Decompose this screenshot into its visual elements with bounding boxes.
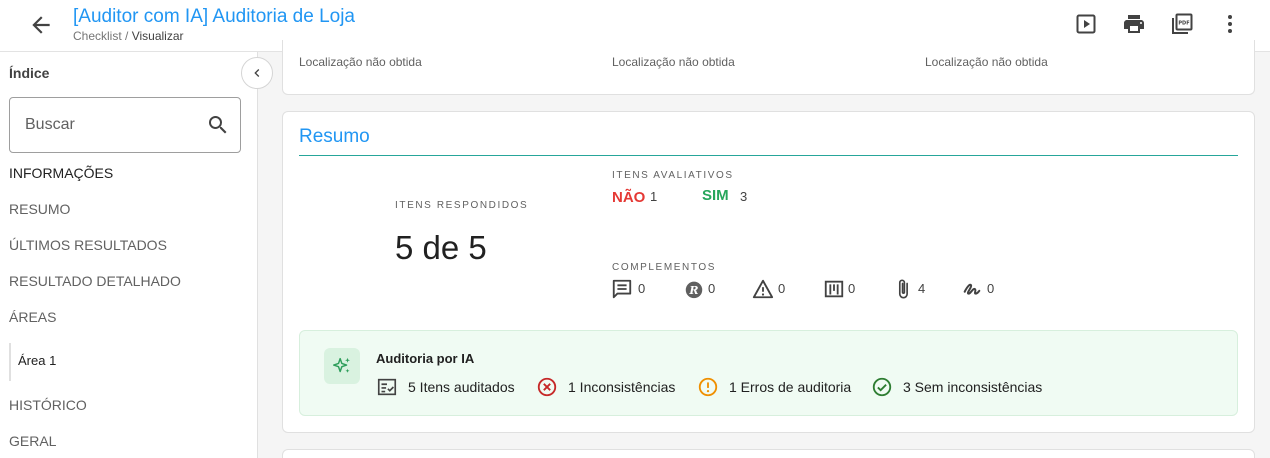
print-icon[interactable] bbox=[1122, 12, 1146, 36]
sidebar-item-informacoes[interactable]: INFORMAÇÕES bbox=[9, 165, 113, 181]
ai-stat-audit-errors: 1 Erros de auditoria bbox=[697, 375, 851, 399]
sparkles-icon bbox=[333, 357, 350, 373]
error-circle-icon bbox=[537, 377, 557, 397]
nao-count: 1 bbox=[650, 189, 658, 204]
back-arrow-icon[interactable] bbox=[28, 12, 54, 38]
attachment-icon bbox=[898, 279, 908, 299]
location-card bbox=[282, 40, 1255, 95]
complementos-label: COMPLEMENTOS bbox=[612, 262, 717, 273]
sidebar-item-label: Área 1 bbox=[18, 353, 57, 368]
breadcrumb-parent[interactable]: Checklist bbox=[73, 29, 122, 43]
sim-count: 3 bbox=[740, 189, 748, 204]
sidebar-item-resultado-detalhado[interactable]: RESULTADO DETALHADO bbox=[9, 273, 181, 289]
search-input[interactable] bbox=[11, 99, 191, 151]
itens-respondidos-label: ITENS RESPONDIDOS bbox=[395, 200, 529, 211]
next-section-card bbox=[282, 449, 1255, 458]
breadcrumb-separator: / bbox=[125, 29, 129, 43]
checklist-icon bbox=[377, 378, 397, 396]
itens-respondidos-value: 5 de 5 bbox=[395, 229, 487, 266]
sim-label: SIM bbox=[702, 187, 729, 204]
ai-stat-label: 5 Itens auditados bbox=[408, 379, 515, 395]
itens-avaliativos-label: ITENS AVALIATIVOS bbox=[612, 170, 734, 181]
complemento-count: 0 bbox=[638, 281, 646, 296]
ai-audit-title: Auditoria por IA bbox=[376, 351, 475, 366]
play-icon[interactable] bbox=[1074, 12, 1098, 36]
ai-stat-audited: 5 Itens auditados bbox=[376, 375, 515, 399]
section-divider bbox=[299, 155, 1238, 156]
ai-stat-no-inconsistencies: 3 Sem inconsistências bbox=[871, 375, 1042, 399]
location-value: Localização não obtida bbox=[299, 55, 422, 69]
ai-stat-label: 1 Erros de auditoria bbox=[729, 379, 852, 395]
complemento-count: 0 bbox=[778, 281, 786, 296]
more-vert-icon[interactable] bbox=[1218, 12, 1242, 36]
ai-stat-inconsistencies: 1 Inconsistências bbox=[536, 375, 675, 399]
sidebar-item-geral[interactable]: GERAL bbox=[9, 433, 56, 449]
kanban-icon bbox=[824, 280, 844, 298]
sidebar-item-resumo[interactable]: RESUMO bbox=[9, 201, 70, 217]
index-sidebar: Índice INFORMAÇÕES RESUMO ÚLTIMOS RESULT… bbox=[0, 52, 258, 458]
ai-stat-label: 1 Inconsistências bbox=[568, 379, 676, 395]
complemento-count: 0 bbox=[848, 281, 856, 296]
ai-audit-panel: Auditoria por IA 5 Itens auditados 1 Inc… bbox=[299, 330, 1238, 416]
sidebar-item-areas[interactable]: ÁREAS bbox=[9, 309, 56, 325]
breadcrumb: Checklist / Visualizar bbox=[73, 29, 184, 43]
breadcrumb-current: Visualizar bbox=[131, 29, 184, 43]
page-title: [Auditor com IA] Auditoria de Loja bbox=[73, 6, 355, 27]
collapse-sidebar-button[interactable] bbox=[241, 57, 273, 89]
sidebar-item-historico[interactable]: HISTÓRICO bbox=[9, 397, 87, 413]
complemento-count: 0 bbox=[708, 281, 716, 296]
complemento-count: 4 bbox=[918, 281, 926, 296]
signature-icon bbox=[963, 283, 981, 295]
check-circle-icon bbox=[872, 377, 892, 397]
comment-icon bbox=[612, 279, 632, 299]
pdf-icon[interactable]: PDF bbox=[1170, 12, 1194, 36]
sidebar-title: Índice bbox=[9, 65, 50, 81]
nao-label: NÃO bbox=[612, 189, 646, 206]
sidebar-item-area-1[interactable]: Área 1 bbox=[9, 343, 249, 381]
svg-text:PDF: PDF bbox=[1178, 21, 1189, 27]
exclamation-circle-icon bbox=[698, 377, 718, 397]
warning-icon bbox=[752, 279, 774, 299]
search-icon[interactable] bbox=[206, 113, 230, 137]
search-field[interactable] bbox=[9, 97, 241, 153]
r-badge-icon: R bbox=[685, 281, 703, 299]
section-title-resumo: Resumo bbox=[299, 126, 370, 147]
chevron-left-icon bbox=[254, 69, 260, 77]
ai-stat-label: 3 Sem inconsistências bbox=[903, 379, 1043, 395]
complemento-count: 0 bbox=[987, 281, 995, 296]
location-value: Localização não obtida bbox=[925, 55, 1048, 69]
ai-sparkles-badge bbox=[324, 348, 360, 384]
sidebar-item-ultimos-resultados[interactable]: ÚLTIMOS RESULTADOS bbox=[9, 237, 167, 253]
location-value: Localização não obtida bbox=[612, 55, 735, 69]
svg-text:R: R bbox=[688, 284, 698, 297]
